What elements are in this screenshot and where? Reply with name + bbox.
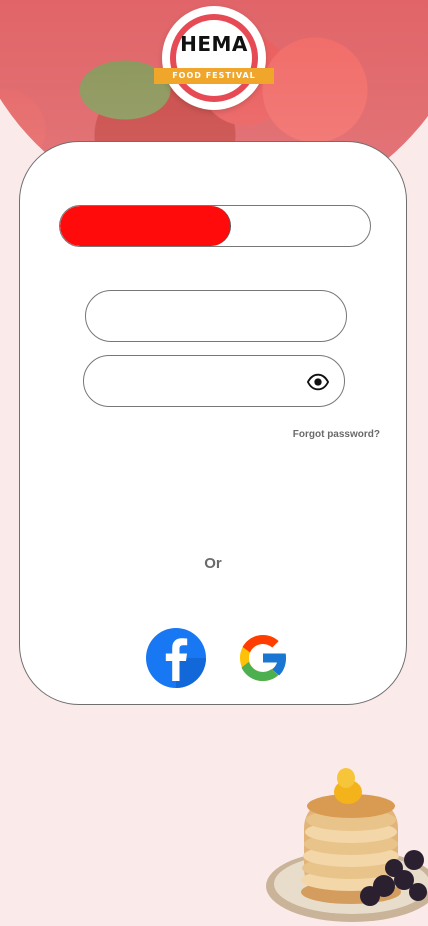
password-field[interactable] [83, 355, 345, 408]
forgot-password-link[interactable]: Forgot password? [293, 429, 380, 440]
username-field[interactable] [85, 290, 347, 343]
progress-fill [60, 206, 231, 246]
google-icon[interactable] [233, 628, 293, 688]
username-input[interactable] [106, 291, 300, 343]
pancake-stack-image [266, 768, 428, 922]
step-progress-bar [59, 205, 371, 247]
login-card: Forgot password? Or [19, 141, 407, 705]
logo-subtitle: FOOD FESTIVAL [154, 68, 274, 84]
eye-icon[interactable] [306, 371, 330, 393]
logo-title: HEMA [180, 32, 248, 56]
or-divider-label: Or [204, 555, 222, 572]
facebook-icon[interactable] [145, 627, 207, 689]
festival-logo: HEMA FOOD FESTIVAL [154, 6, 274, 110]
password-input[interactable] [104, 356, 298, 408]
